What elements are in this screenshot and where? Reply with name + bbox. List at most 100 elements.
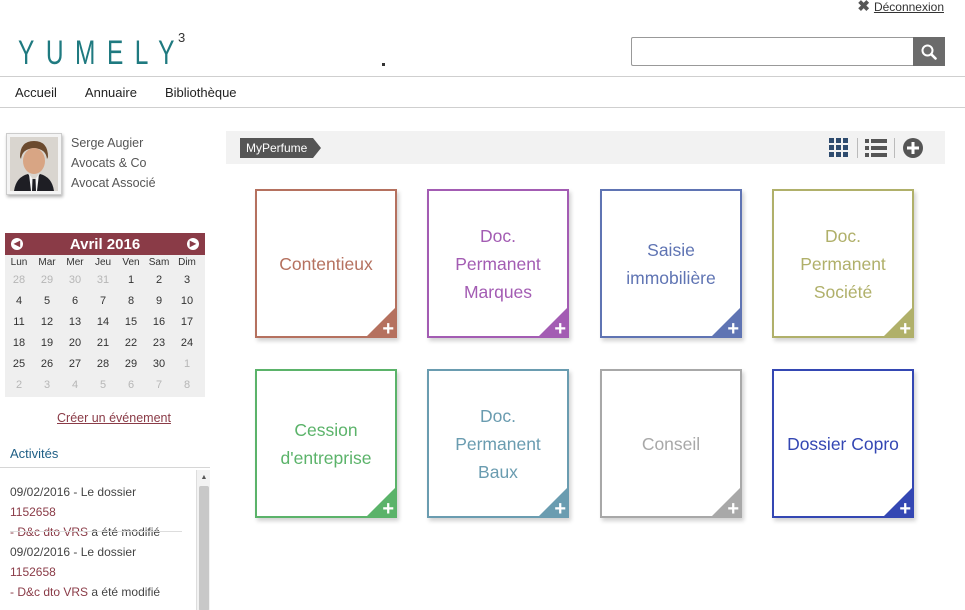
calendar-day-name: Mer <box>66 256 84 268</box>
calendar-day-name: Sam <box>148 256 170 268</box>
activities-scrollbar[interactable]: ▲ <box>196 470 210 610</box>
plus-icon[interactable]: + <box>899 499 911 519</box>
calendar-day[interactable]: 11 <box>5 316 33 328</box>
plus-icon[interactable]: + <box>382 499 394 519</box>
plus-icon[interactable]: + <box>554 319 566 339</box>
activity-dossier-link[interactable]: 1152658 <box>10 565 56 579</box>
calendar-day[interactable]: 17 <box>173 316 201 328</box>
tile-label: Conseil <box>636 430 706 458</box>
calendar-day[interactable]: 16 <box>145 316 173 328</box>
category-tile[interactable]: Cession d'entreprise + <box>255 369 397 519</box>
calendar-day[interactable]: 7 <box>89 295 117 307</box>
calendar-day[interactable]: 5 <box>89 379 117 391</box>
calendar-day[interactable]: 2 <box>145 274 173 286</box>
calendar-day[interactable]: 6 <box>61 295 89 307</box>
calendar-day[interactable]: 9 <box>145 295 173 307</box>
category-tile[interactable]: Conseil + <box>600 369 742 519</box>
calendar-day[interactable]: 1 <box>173 358 201 370</box>
category-tile[interactable]: Doc. Permanent Baux + <box>427 369 569 519</box>
calendar-day[interactable]: 3 <box>33 379 61 391</box>
prev-month-icon[interactable]: ◀ <box>11 238 23 250</box>
calendar-day[interactable]: 10 <box>173 295 201 307</box>
grid-view-icon[interactable] <box>827 136 851 160</box>
nav-item-annuaire[interactable]: Annuaire <box>85 85 137 100</box>
calendar-day[interactable]: 8 <box>173 379 201 391</box>
content-toolbar: MyPerfume <box>226 131 945 164</box>
calendar-day[interactable]: 15 <box>117 316 145 328</box>
calendar-day[interactable]: 4 <box>5 295 33 307</box>
create-event-link[interactable]: Créer un événement <box>57 411 171 425</box>
scroll-thumb[interactable] <box>199 486 209 610</box>
add-circle-icon[interactable] <box>901 136 925 160</box>
category-tile[interactable]: Doc. Permanent Marques + <box>427 189 569 339</box>
activity-divider <box>10 531 182 532</box>
avatar-photo <box>10 137 58 191</box>
category-tile[interactable]: Doc. Permanent Société + <box>772 189 914 339</box>
activity-name-link[interactable]: D&c dto VRS <box>17 525 88 539</box>
calendar-day[interactable]: 22 <box>117 337 145 349</box>
calendar-day[interactable]: 20 <box>61 337 89 349</box>
calendar-day[interactable]: 27 <box>61 358 89 370</box>
next-month-icon[interactable]: ▶ <box>186 238 199 250</box>
calendar-day[interactable]: 31 <box>89 274 117 286</box>
calendar-day[interactable]: 14 <box>89 316 117 328</box>
calendar-day[interactable]: 6 <box>117 379 145 391</box>
calendar-day[interactable]: 28 <box>89 358 117 370</box>
category-tile[interactable]: Saisie immobilière + <box>600 189 742 339</box>
calendar-week: 28 29 30 31 1 2 3 <box>5 269 205 290</box>
calendar-day[interactable]: 12 <box>33 316 61 328</box>
calendar-day-names: Lun Mar Mer Jeu Ven Sam Dim <box>5 255 205 269</box>
calendar-day[interactable]: 2 <box>5 379 33 391</box>
breadcrumb[interactable]: MyPerfume <box>240 138 322 158</box>
calendar-day[interactable]: 1 <box>117 274 145 286</box>
calendar-week: 25 26 27 28 29 30 1 <box>5 353 205 374</box>
main-nav: Accueil Annuaire Bibliothèque <box>15 85 265 100</box>
calendar-day[interactable]: 4 <box>61 379 89 391</box>
logout-link[interactable]: ✖ Déconnexion <box>857 0 944 14</box>
plus-icon[interactable]: + <box>727 499 739 519</box>
plus-icon[interactable]: + <box>727 319 739 339</box>
activity-name-link[interactable]: D&c dto VRS <box>17 585 88 599</box>
calendar-day[interactable]: 23 <box>145 337 173 349</box>
calendar-day[interactable]: 7 <box>145 379 173 391</box>
list-view-icon[interactable] <box>864 136 888 160</box>
calendar-day[interactable]: 25 <box>5 358 33 370</box>
tile-label: Cession d'entreprise <box>275 416 378 472</box>
tile-label-line: Contentieux <box>279 253 373 274</box>
activities-title: Activités <box>10 446 59 461</box>
logout-label[interactable]: Déconnexion <box>874 0 944 14</box>
calendar-day[interactable]: 24 <box>173 337 201 349</box>
search-button[interactable] <box>913 37 945 66</box>
calendar-day[interactable]: 19 <box>33 337 61 349</box>
calendar-day[interactable]: 21 <box>89 337 117 349</box>
plus-icon[interactable]: + <box>899 319 911 339</box>
calendar-day[interactable]: 3 <box>173 274 201 286</box>
search-input[interactable] <box>631 37 913 66</box>
nav-item-bibliotheque[interactable]: Bibliothèque <box>165 85 237 100</box>
plus-icon[interactable]: + <box>554 499 566 519</box>
calendar-day[interactable]: 29 <box>117 358 145 370</box>
plus-icon[interactable]: + <box>382 319 394 339</box>
calendar-day-name: Ven <box>122 256 140 268</box>
activity-dossier-link[interactable]: 1152658 <box>10 505 56 519</box>
calendar-day[interactable]: 29 <box>33 274 61 286</box>
calendar-day[interactable]: 8 <box>117 295 145 307</box>
calendar-week: 2345678 <box>5 374 205 395</box>
calendar-day[interactable]: 30 <box>61 274 89 286</box>
avatar[interactable] <box>6 133 62 195</box>
calendar-day[interactable]: 18 <box>5 337 33 349</box>
calendar-day[interactable]: 5 <box>33 295 61 307</box>
calendar-day[interactable]: 30 <box>145 358 173 370</box>
calendar-header: ◀ Avril 2016 ▶ <box>5 233 205 255</box>
close-icon: ✖ <box>857 0 870 15</box>
calendar-grid: Lun Mar Mer Jeu Ven Sam Dim 28 29 30 31 1 2 3 4 5 6 7 8 9 10… <box>5 255 205 397</box>
category-tile[interactable]: Contentieux + <box>255 189 397 339</box>
category-tile[interactable]: Dossier Copro + <box>772 369 914 519</box>
scroll-up-icon[interactable]: ▲ <box>197 470 211 484</box>
nav-item-accueil[interactable]: Accueil <box>15 85 57 100</box>
tile-label-line: Baux <box>478 461 518 482</box>
calendar-day[interactable]: 28 <box>5 274 33 286</box>
calendar-day[interactable]: 26 <box>33 358 61 370</box>
tile-label-line: Dossier Copro <box>787 433 899 454</box>
calendar-day[interactable]: 13 <box>61 316 89 328</box>
